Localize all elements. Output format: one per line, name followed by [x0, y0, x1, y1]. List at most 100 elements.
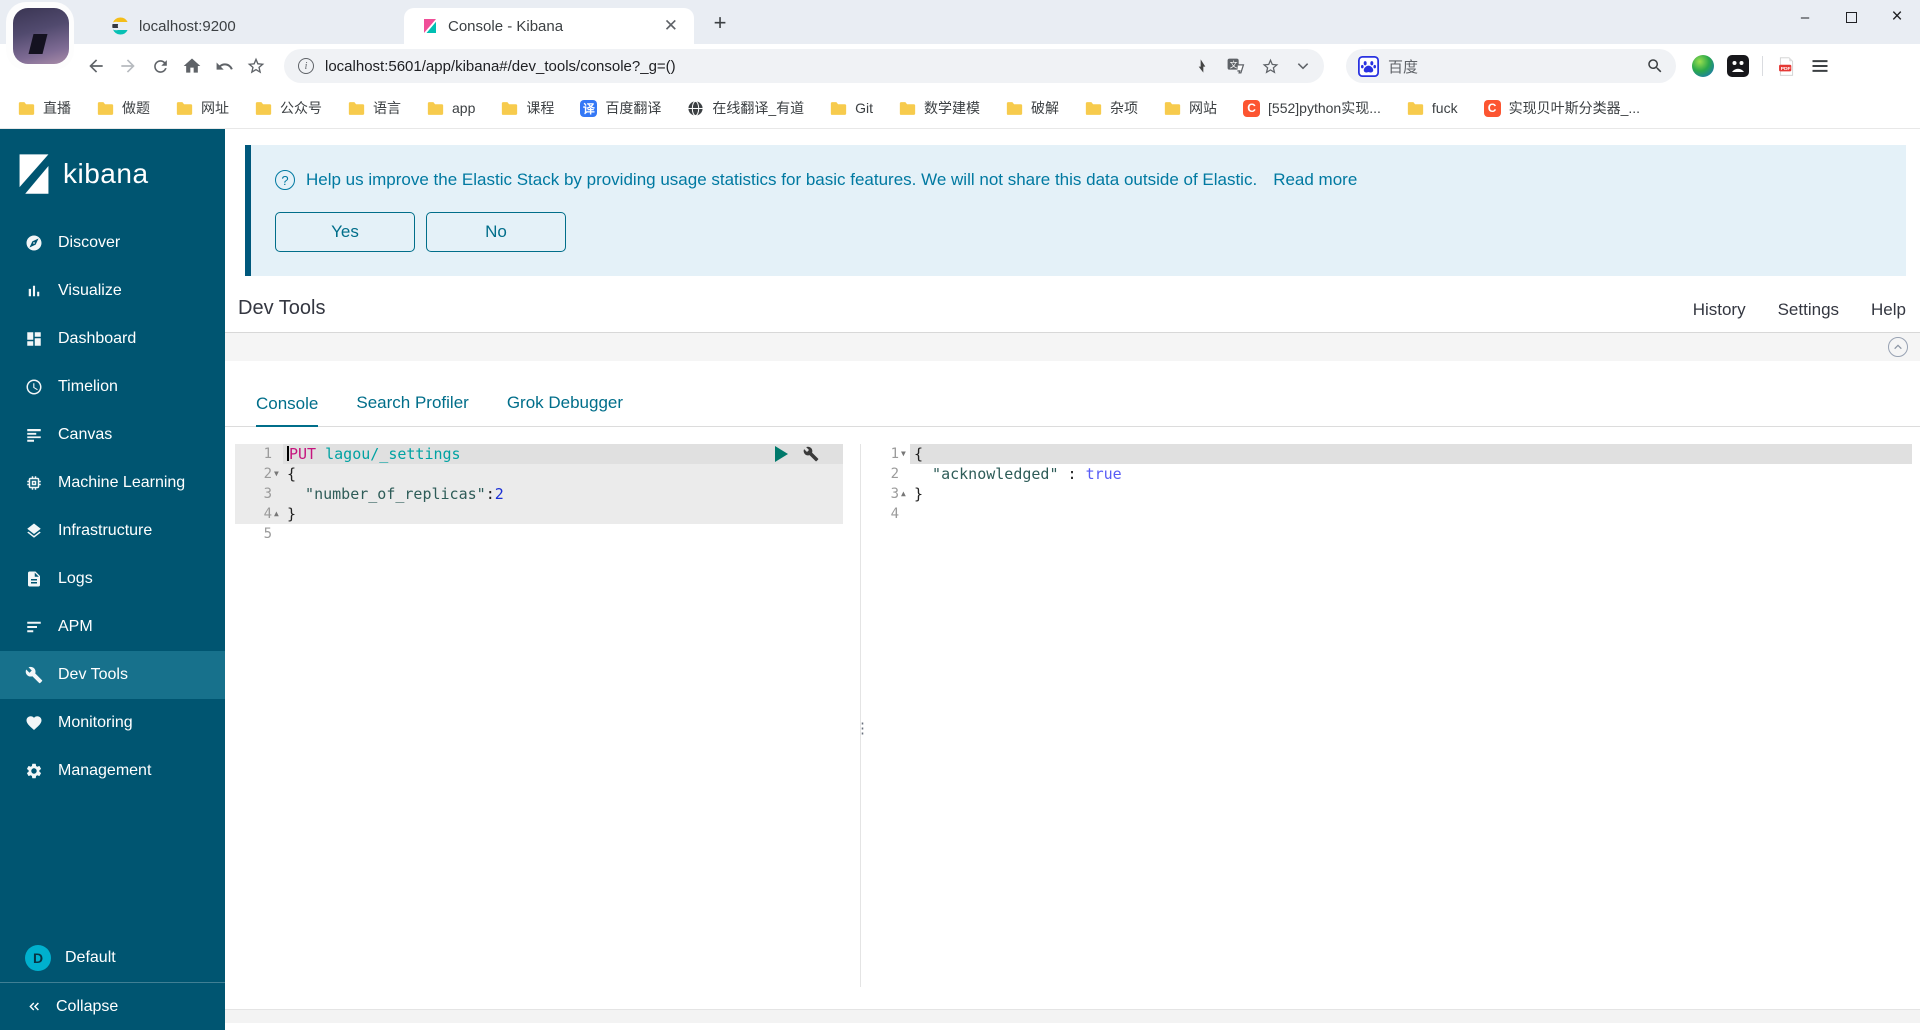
- bookmark-item[interactable]: 公众号: [255, 98, 322, 118]
- code-text[interactable]: PUT lagou/_settings: [283, 444, 843, 464]
- editor-line[interactable]: 5: [235, 524, 843, 544]
- chevron-down-icon[interactable]: [1296, 59, 1310, 73]
- sidebar-item-canvas[interactable]: Canvas: [0, 411, 225, 459]
- sidebar-item-dashboard[interactable]: Dashboard: [0, 315, 225, 363]
- tab-search-profiler[interactable]: Search Profiler: [356, 393, 468, 426]
- editor-scrollbar-strip[interactable]: [225, 1009, 1920, 1023]
- collapse-panel-icon[interactable]: [1888, 337, 1908, 357]
- code-text[interactable]: }: [283, 504, 843, 524]
- bookmark-item[interactable]: 课程: [501, 98, 554, 118]
- bookmark-item[interactable]: 在线翻译_有道: [687, 98, 804, 118]
- help-link[interactable]: Help: [1871, 300, 1906, 320]
- window-maximize-button[interactable]: [1828, 0, 1874, 34]
- bookmark-item[interactable]: 数学建模: [899, 98, 980, 118]
- bookmark-item[interactable]: 直播: [18, 98, 71, 118]
- home-icon[interactable]: [176, 50, 208, 82]
- wrench-icon[interactable]: [803, 446, 819, 462]
- bookmark-item[interactable]: fuck: [1407, 100, 1458, 116]
- side-search-box[interactable]: 百度: [1346, 49, 1676, 83]
- editor-line[interactable]: 3 ▲}: [868, 484, 1912, 504]
- editor-line[interactable]: 1 PUT lagou/_settings: [235, 444, 843, 464]
- bookmark-item[interactable]: 译百度翻译: [580, 98, 661, 118]
- sidebar-item-visualize[interactable]: Visualize: [0, 267, 225, 315]
- sidebar-item-apm[interactable]: APM: [0, 603, 225, 651]
- bookmark-item[interactable]: C 实现贝叶斯分类器_...: [1483, 98, 1640, 118]
- editor-line[interactable]: 4 ▲}: [235, 504, 843, 524]
- yes-button[interactable]: Yes: [275, 212, 415, 252]
- new-tab-button[interactable]: +: [706, 9, 734, 37]
- tab-console[interactable]: Console: [256, 394, 319, 427]
- bookmark-item[interactable]: C [552]python实现...: [1243, 98, 1381, 118]
- fold-down-icon[interactable]: ▼: [899, 444, 910, 464]
- menu-icon[interactable]: [1810, 56, 1830, 76]
- sidebar-item-default-space[interactable]: D Default: [0, 934, 225, 982]
- bookmark-star-icon[interactable]: [240, 50, 272, 82]
- sidebar-item-machine-learning[interactable]: Machine Learning: [0, 459, 225, 507]
- tab-close-icon[interactable]: ✕: [658, 16, 684, 36]
- sidebar-item-dev-tools[interactable]: Dev Tools: [0, 651, 225, 699]
- code-text[interactable]: [283, 524, 843, 544]
- undo-extension-icon[interactable]: [208, 50, 240, 82]
- star-icon[interactable]: [1261, 57, 1280, 76]
- bolt-icon[interactable]: [1194, 58, 1210, 74]
- bookmark-item[interactable]: 网站: [1164, 98, 1217, 118]
- back-icon[interactable]: [80, 50, 112, 82]
- sidebar-item-timelion[interactable]: Timelion: [0, 363, 225, 411]
- fold-up-icon[interactable]: ▲: [272, 504, 283, 524]
- send-request-icon[interactable]: [775, 446, 788, 462]
- code-text[interactable]: [910, 504, 1912, 524]
- window-close-button[interactable]: ×: [1874, 0, 1920, 34]
- tab-title: Console - Kibana: [448, 17, 564, 35]
- bookmark-item[interactable]: 网址: [176, 98, 229, 118]
- response-viewer[interactable]: 1 ▼{2 "acknowledged" : true 3 ▲} 4: [868, 444, 1912, 524]
- settings-link[interactable]: Settings: [1778, 300, 1839, 320]
- browser-tab-kibana[interactable]: Console - Kibana ✕: [404, 8, 694, 44]
- reload-icon[interactable]: [144, 50, 176, 82]
- no-button[interactable]: No: [426, 212, 566, 252]
- url-text[interactable]: localhost:5601/app/kibana#/dev_tools/con…: [325, 58, 1194, 75]
- bookmark-item[interactable]: 杂项: [1085, 98, 1138, 118]
- translate-icon[interactable]: 文: [1226, 57, 1245, 76]
- editor-line[interactable]: 1 ▼{: [868, 444, 1912, 464]
- panel-resize-handle[interactable]: ⋮: [855, 719, 870, 737]
- sidebar-item-infrastructure[interactable]: Infrastructure: [0, 507, 225, 555]
- sidebar-item-monitoring[interactable]: Monitoring: [0, 699, 225, 747]
- editor-line[interactable]: 3 "number_of_replicas":2: [235, 484, 843, 504]
- bookmark-item[interactable]: 破解: [1006, 98, 1059, 118]
- editor-line[interactable]: 2 "acknowledged" : true: [868, 464, 1912, 484]
- editor-line[interactable]: 2 ▼{: [235, 464, 843, 484]
- code-text[interactable]: {: [910, 444, 1912, 464]
- code-text[interactable]: }: [910, 484, 1912, 504]
- sidebar-collapse-button[interactable]: Collapse: [0, 982, 225, 1030]
- page-info-icon[interactable]: i: [298, 58, 314, 74]
- browser-tab-elasticsearch[interactable]: localhost:9200: [93, 8, 398, 44]
- search-icon[interactable]: [1646, 57, 1664, 75]
- bookmark-item[interactable]: app: [427, 100, 475, 116]
- sidebar-item-logs[interactable]: Logs: [0, 555, 225, 603]
- bookmark-item[interactable]: 语言: [348, 98, 401, 118]
- avatar[interactable]: [13, 8, 69, 64]
- idm-extension-icon[interactable]: [1692, 55, 1714, 77]
- history-link[interactable]: History: [1693, 300, 1746, 320]
- read-more-link[interactable]: Read more: [1273, 170, 1357, 190]
- sidebar-item-discover[interactable]: Discover: [0, 219, 225, 267]
- search-engine-label[interactable]: 百度: [1388, 56, 1646, 77]
- bookmark-item[interactable]: Git: [830, 100, 873, 116]
- kibana-logo[interactable]: kibana: [0, 129, 225, 219]
- fold-down-icon[interactable]: ▼: [272, 464, 283, 484]
- bookmark-item[interactable]: 做题: [97, 98, 150, 118]
- code-text[interactable]: "number_of_replicas":2: [283, 484, 843, 504]
- pdf-extension-icon[interactable]: PDF: [1776, 56, 1797, 77]
- editor-line[interactable]: 4: [868, 504, 1912, 524]
- forward-icon[interactable]: [112, 50, 144, 82]
- sidebar-item-management[interactable]: Management: [0, 747, 225, 795]
- window-minimize-button[interactable]: –: [1782, 0, 1828, 34]
- address-bar[interactable]: i localhost:5601/app/kibana#/dev_tools/c…: [284, 49, 1324, 83]
- fold-up-icon[interactable]: ▲: [899, 484, 910, 504]
- dark-extension-icon[interactable]: [1727, 55, 1749, 77]
- request-editor[interactable]: 1 PUT lagou/_settings 2 ▼{3 "number_of_repl…: [235, 444, 843, 544]
- code-text[interactable]: {: [283, 464, 843, 484]
- request-actions: [775, 446, 819, 462]
- tab-grok-debugger[interactable]: Grok Debugger: [507, 393, 623, 426]
- code-text[interactable]: "acknowledged" : true: [910, 464, 1912, 484]
